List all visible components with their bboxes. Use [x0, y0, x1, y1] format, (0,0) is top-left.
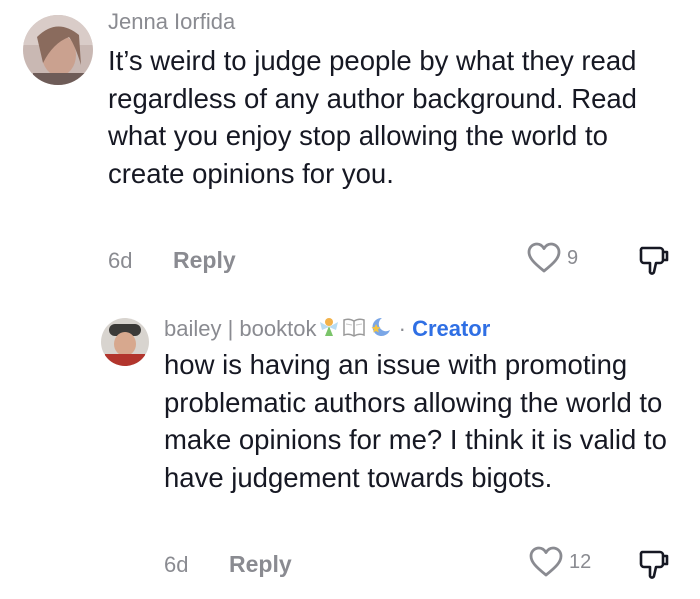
reply-button[interactable]: Reply — [229, 551, 292, 578]
comment-age: 6d — [164, 552, 189, 577]
separator-dot: · — [398, 316, 406, 341]
like-count: 9 — [567, 246, 579, 269]
comment-text: It’s weird to judge people by what they … — [108, 45, 637, 189]
heart-icon — [529, 546, 563, 577]
author-name: bailey | booktok — [164, 316, 317, 341]
comment-author[interactable]: bailey | booktok · Creator — [164, 316, 490, 344]
fairy-icon — [318, 316, 340, 344]
thumbs-down-icon — [639, 550, 669, 579]
dislike-button[interactable] — [638, 244, 670, 281]
heart-icon — [527, 242, 561, 273]
open-book-icon — [342, 316, 366, 344]
like-button[interactable]: 9 — [527, 242, 578, 274]
thumbs-down-icon — [639, 246, 669, 275]
reply-button[interactable]: Reply — [173, 247, 236, 274]
like-count: 12 — [569, 550, 592, 573]
crescent-star-icon — [368, 316, 392, 344]
creator-badge: Creator — [412, 316, 491, 341]
comment-text: how is having an issue with promoting pr… — [164, 349, 667, 493]
avatar[interactable] — [101, 318, 149, 366]
comment-age: 6d — [108, 248, 133, 273]
like-button[interactable]: 12 — [529, 546, 591, 578]
dislike-button[interactable] — [638, 548, 670, 585]
avatar[interactable] — [23, 15, 93, 85]
comment-author[interactable]: Jenna Iorfida — [108, 9, 235, 35]
